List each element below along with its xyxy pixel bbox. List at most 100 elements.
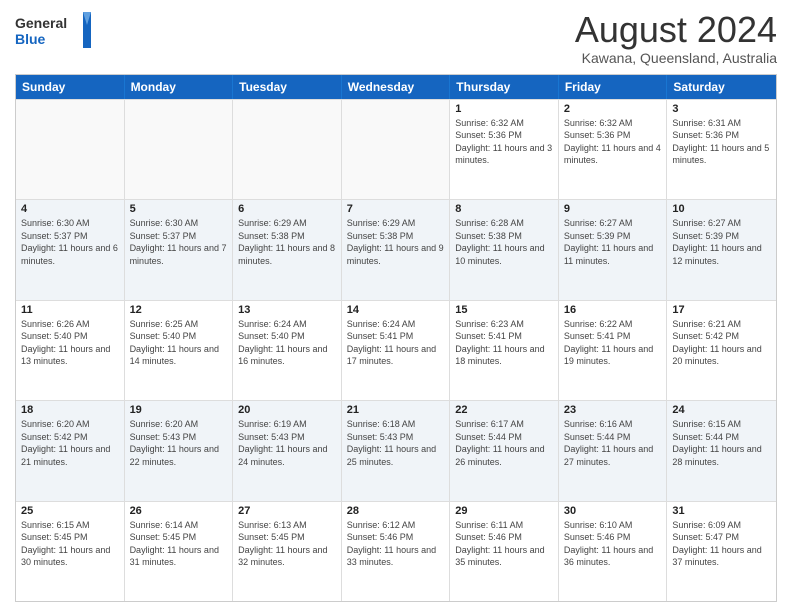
- day-number: 29: [455, 505, 553, 517]
- cal-cell-3-6: 24 Sunrise: 6:15 AM Sunset: 5:44 PM Dayli…: [667, 401, 776, 500]
- day-number: 26: [130, 505, 228, 517]
- cal-cell-4-0: 25Sunrise: 6:15 AM Sunset: 5:45 PM Dayli…: [16, 502, 125, 601]
- header: General Blue August 2024 Kawana, Queensl…: [15, 10, 777, 66]
- calendar-header: SundayMondayTuesdayWednesdayThursdayFrid…: [16, 75, 776, 99]
- day-number: 13: [238, 304, 336, 316]
- logo-icon: General Blue: [15, 10, 95, 52]
- cal-cell-2-2: 13 Sunrise: 6:24 AM Sunset: 5:40 PM Dayli…: [233, 301, 342, 400]
- day-number: 30: [564, 505, 662, 517]
- cal-cell-3-2: 20 Sunrise: 6:19 AM Sunset: 5:43 PM Dayli…: [233, 401, 342, 500]
- day-info: Sunrise: 6:15 AM Sunset: 5:44 PM Dayligh…: [672, 418, 771, 468]
- cal-cell-2-6: 17 Sunrise: 6:21 AM Sunset: 5:42 PM Dayli…: [667, 301, 776, 400]
- cal-cell-0-5: 2 Sunrise: 6:32 AM Sunset: 5:36 PM Daylig…: [559, 100, 668, 199]
- day-number: 3: [672, 103, 771, 115]
- day-number: 22: [455, 404, 553, 416]
- cal-cell-4-3: 28 Sunrise: 6:12 AM Sunset: 5:46 PM Dayli…: [342, 502, 451, 601]
- day-info: Sunrise: 6:09 AM Sunset: 5:47 PM Dayligh…: [672, 519, 771, 569]
- day-info: Sunrise: 6:12 AM Sunset: 5:46 PM Dayligh…: [347, 519, 445, 569]
- title-area: August 2024 Kawana, Queensland, Australi…: [575, 10, 777, 66]
- day-info: Sunrise: 6:13 AM Sunset: 5:45 PM Dayligh…: [238, 519, 336, 569]
- day-number: 27: [238, 505, 336, 517]
- day-number: 16: [564, 304, 662, 316]
- day-info: Sunrise: 6:29 AM Sunset: 5:38 PM Dayligh…: [238, 217, 336, 267]
- day-info: Sunrise: 6:30 AM Sunset: 5:37 PM Dayligh…: [130, 217, 228, 267]
- day-info: Sunrise: 6:16 AM Sunset: 5:44 PM Dayligh…: [564, 418, 662, 468]
- day-header-wednesday: Wednesday: [342, 75, 451, 99]
- cal-cell-2-1: 12 Sunrise: 6:25 AM Sunset: 5:40 PM Dayli…: [125, 301, 234, 400]
- day-info: Sunrise: 6:10 AM Sunset: 5:46 PM Dayligh…: [564, 519, 662, 569]
- day-number: 4: [21, 203, 119, 215]
- day-header-friday: Friday: [559, 75, 668, 99]
- week-row-4: 25Sunrise: 6:15 AM Sunset: 5:45 PM Dayli…: [16, 501, 776, 601]
- day-number: 1: [455, 103, 553, 115]
- cal-cell-2-4: 15 Sunrise: 6:23 AM Sunset: 5:41 PM Dayli…: [450, 301, 559, 400]
- cal-cell-4-2: 27 Sunrise: 6:13 AM Sunset: 5:45 PM Dayli…: [233, 502, 342, 601]
- day-info: Sunrise: 6:21 AM Sunset: 5:42 PM Dayligh…: [672, 318, 771, 368]
- day-header-saturday: Saturday: [667, 75, 776, 99]
- day-info: Sunrise: 6:14 AM Sunset: 5:45 PM Dayligh…: [130, 519, 228, 569]
- day-info: Sunrise: 6:32 AM Sunset: 5:36 PM Dayligh…: [455, 117, 553, 167]
- day-number: 21: [347, 404, 445, 416]
- day-header-sunday: Sunday: [16, 75, 125, 99]
- day-number: 24: [672, 404, 771, 416]
- location-subtitle: Kawana, Queensland, Australia: [575, 50, 777, 66]
- day-info: Sunrise: 6:19 AM Sunset: 5:43 PM Dayligh…: [238, 418, 336, 468]
- week-row-0: 1 Sunrise: 6:32 AM Sunset: 5:36 PM Daylig…: [16, 99, 776, 199]
- day-number: 14: [347, 304, 445, 316]
- week-row-1: 4 Sunrise: 6:30 AM Sunset: 5:37 PM Daylig…: [16, 199, 776, 299]
- day-number: 9: [564, 203, 662, 215]
- day-header-thursday: Thursday: [450, 75, 559, 99]
- cal-cell-3-4: 22 Sunrise: 6:17 AM Sunset: 5:44 PM Dayli…: [450, 401, 559, 500]
- cal-cell-2-5: 16 Sunrise: 6:22 AM Sunset: 5:41 PM Dayli…: [559, 301, 668, 400]
- svg-text:Blue: Blue: [15, 31, 46, 47]
- day-info: Sunrise: 6:22 AM Sunset: 5:41 PM Dayligh…: [564, 318, 662, 368]
- day-number: 15: [455, 304, 553, 316]
- cal-cell-4-1: 26 Sunrise: 6:14 AM Sunset: 5:45 PM Dayli…: [125, 502, 234, 601]
- page: General Blue August 2024 Kawana, Queensl…: [0, 0, 792, 612]
- day-info: Sunrise: 6:29 AM Sunset: 5:38 PM Dayligh…: [347, 217, 445, 267]
- day-info: Sunrise: 6:32 AM Sunset: 5:36 PM Dayligh…: [564, 117, 662, 167]
- day-number: 17: [672, 304, 771, 316]
- week-row-2: 11 Sunrise: 6:26 AM Sunset: 5:40 PM Dayli…: [16, 300, 776, 400]
- day-info: Sunrise: 6:20 AM Sunset: 5:43 PM Dayligh…: [130, 418, 228, 468]
- cal-cell-3-0: 18Sunrise: 6:20 AM Sunset: 5:42 PM Dayli…: [16, 401, 125, 500]
- cal-cell-1-1: 5Sunrise: 6:30 AM Sunset: 5:37 PM Daylig…: [125, 200, 234, 299]
- day-info: Sunrise: 6:11 AM Sunset: 5:46 PM Dayligh…: [455, 519, 553, 569]
- cal-cell-1-6: 10Sunrise: 6:27 AM Sunset: 5:39 PM Dayli…: [667, 200, 776, 299]
- day-number: 2: [564, 103, 662, 115]
- day-number: 31: [672, 505, 771, 517]
- day-info: Sunrise: 6:26 AM Sunset: 5:40 PM Dayligh…: [21, 318, 119, 368]
- day-info: Sunrise: 6:23 AM Sunset: 5:41 PM Dayligh…: [455, 318, 553, 368]
- cal-cell-0-1: [125, 100, 234, 199]
- day-number: 12: [130, 304, 228, 316]
- day-info: Sunrise: 6:25 AM Sunset: 5:40 PM Dayligh…: [130, 318, 228, 368]
- day-number: 8: [455, 203, 553, 215]
- day-number: 18: [21, 404, 119, 416]
- day-number: 20: [238, 404, 336, 416]
- day-info: Sunrise: 6:24 AM Sunset: 5:41 PM Dayligh…: [347, 318, 445, 368]
- day-info: Sunrise: 6:24 AM Sunset: 5:40 PM Dayligh…: [238, 318, 336, 368]
- cal-cell-1-4: 8 Sunrise: 6:28 AM Sunset: 5:38 PM Daylig…: [450, 200, 559, 299]
- day-number: 11: [21, 304, 119, 316]
- day-info: Sunrise: 6:31 AM Sunset: 5:36 PM Dayligh…: [672, 117, 771, 167]
- cal-cell-3-3: 21Sunrise: 6:18 AM Sunset: 5:43 PM Dayli…: [342, 401, 451, 500]
- cal-cell-0-6: 3 Sunrise: 6:31 AM Sunset: 5:36 PM Daylig…: [667, 100, 776, 199]
- cal-cell-1-3: 7 Sunrise: 6:29 AM Sunset: 5:38 PM Daylig…: [342, 200, 451, 299]
- cal-cell-0-4: 1 Sunrise: 6:32 AM Sunset: 5:36 PM Daylig…: [450, 100, 559, 199]
- logo: General Blue: [15, 10, 95, 52]
- day-number: 28: [347, 505, 445, 517]
- cal-cell-4-4: 29 Sunrise: 6:11 AM Sunset: 5:46 PM Dayli…: [450, 502, 559, 601]
- cal-cell-0-2: [233, 100, 342, 199]
- day-info: Sunrise: 6:17 AM Sunset: 5:44 PM Dayligh…: [455, 418, 553, 468]
- day-info: Sunrise: 6:28 AM Sunset: 5:38 PM Dayligh…: [455, 217, 553, 267]
- day-header-tuesday: Tuesday: [233, 75, 342, 99]
- cal-cell-3-5: 23 Sunrise: 6:16 AM Sunset: 5:44 PM Dayli…: [559, 401, 668, 500]
- day-info: Sunrise: 6:27 AM Sunset: 5:39 PM Dayligh…: [672, 217, 771, 267]
- day-number: 23: [564, 404, 662, 416]
- month-title: August 2024: [575, 10, 777, 50]
- cal-cell-0-3: [342, 100, 451, 199]
- svg-text:General: General: [15, 15, 67, 31]
- day-number: 19: [130, 404, 228, 416]
- day-number: 7: [347, 203, 445, 215]
- cal-cell-1-2: 6Sunrise: 6:29 AM Sunset: 5:38 PM Daylig…: [233, 200, 342, 299]
